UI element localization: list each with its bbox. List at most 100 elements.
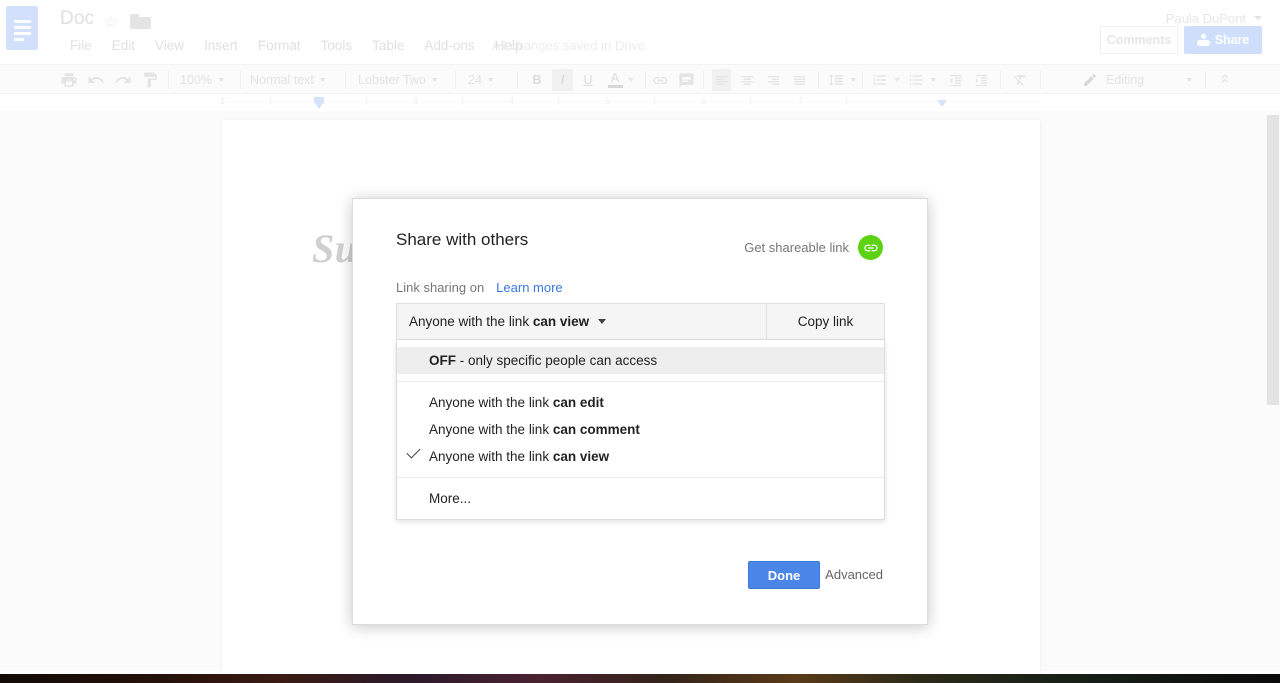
person-add-icon [1196,33,1210,47]
underline-button[interactable]: U [578,69,598,91]
bold-button[interactable]: B [527,69,547,91]
menu-item-insert[interactable]: Insert [194,36,248,56]
menu-item-tools[interactable]: Tools [311,36,363,56]
scrollbar-thumb[interactable] [1267,115,1279,405]
ruler-tick-label: 7 [798,96,804,106]
print-icon[interactable] [60,69,78,91]
zoom-dropdown[interactable]: 100% [180,69,224,91]
ruler-tick-label: 1 [220,96,226,106]
dropdown-group: More... [397,477,884,519]
decrease-indent-icon[interactable] [946,69,965,91]
paragraph-style-dropdown[interactable]: Normal text [250,69,326,91]
font-size-value: 24 [468,73,482,87]
hide-menus-icon[interactable] [1215,69,1234,91]
formatting-toolbar: 100% Normal text Lobster Two 24 B I U A … [0,64,1280,94]
text-color-label: A [610,71,620,85]
font-size-dropdown[interactable]: 24 [468,69,494,91]
font-family-value: Lobster Two [358,73,426,87]
menu-item-file[interactable]: File [60,36,102,56]
undo-icon[interactable] [87,69,105,91]
underline-label: U [583,73,593,87]
increase-indent-icon[interactable] [972,69,991,91]
text-color-swatch [607,85,623,88]
dropdown-item-label: Anyone with the link can comment [429,422,640,437]
folder-icon[interactable] [130,14,152,29]
dialog-title: Share with others [396,230,529,249]
font-family-dropdown[interactable]: Lobster Two [358,69,438,91]
link-permission-select[interactable]: Anyone with the link can view [397,304,767,339]
bulleted-list-icon[interactable] [908,69,936,91]
vertical-scrollbar[interactable] [1265,111,1280,671]
italic-button[interactable]: I [552,69,573,91]
desktop-wallpaper-strip [0,674,1280,683]
page-title[interactable]: Doc [60,8,94,30]
dropdown-item-label: More... [429,491,472,506]
align-justify-icon[interactable] [790,69,809,91]
zoom-value: 100% [180,73,212,87]
docs-logo-icon[interactable] [6,6,38,50]
numbered-list-icon[interactable] [872,69,900,91]
chevron-down-icon[interactable] [1186,69,1192,91]
menu-item-addons[interactable]: Add-ons [414,36,484,56]
chevron-down-icon [217,78,224,82]
chevron-down-icon [930,78,936,82]
dropdown-item-more[interactable]: More... [397,485,884,512]
ruler-tick-label: 6 [701,96,707,106]
paint-format-icon[interactable] [141,69,159,91]
chevron-down-icon [487,78,494,82]
chevron-down-icon [850,78,856,82]
menu-item-view[interactable]: View [145,36,194,56]
account-name[interactable]: Paula DuPont [1166,11,1246,26]
chevron-down-icon [431,78,438,82]
copy-link-button[interactable]: Copy link [767,304,884,339]
header-bar: Doc ☆ File Edit View Insert Format Tools… [0,0,1280,64]
menu-item-table[interactable]: Table [362,36,414,56]
insert-link-icon[interactable] [652,69,669,91]
dropdown-item-off[interactable]: OFF - only specific people can access [397,347,884,374]
editing-mode-value: Editing [1106,73,1145,87]
comments-button[interactable]: Comments [1100,26,1178,54]
advanced-link[interactable]: Advanced [825,567,883,582]
link-icon [858,235,883,260]
dropdown-item-can-comment[interactable]: Anyone with the link can comment [397,416,884,443]
chevron-down-icon [319,78,326,82]
chevron-down-icon[interactable] [1254,16,1262,20]
link-permission-select-row: Anyone with the link can view Copy link [396,303,885,340]
chevron-down-icon [894,78,900,82]
star-icon[interactable]: ☆ [104,12,118,32]
align-center-icon[interactable] [738,69,757,91]
text-color-button[interactable]: A [604,69,626,91]
chevron-down-icon [598,319,607,324]
line-spacing-icon[interactable] [828,69,856,91]
menu-item-format[interactable]: Format [248,36,311,56]
link-permission-dropdown-menu: OFF - only specific people can access An… [396,340,885,520]
get-shareable-link-button[interactable]: Get shareable link [744,235,883,260]
clear-formatting-icon[interactable] [1010,69,1029,91]
ruler-tick-label: 3 [413,96,419,106]
align-right-icon[interactable] [764,69,783,91]
dropdown-item-label: Anyone with the link can edit [429,395,604,410]
learn-more-link[interactable]: Learn more [496,280,562,295]
ruler-tick-label: 5 [605,96,611,106]
dropdown-item-can-edit[interactable]: Anyone with the link can edit [397,389,884,416]
first-line-indent-marker[interactable] [314,102,324,109]
italic-label: I [560,73,565,87]
share-button[interactable]: Share [1184,26,1262,54]
paragraph-style-value: Normal text [250,73,314,87]
editing-mode-dropdown[interactable]: Editing [1082,69,1144,91]
save-status-text: All changes saved in Drive [492,38,646,53]
menu-bar: File Edit View Insert Format Tools Table… [60,36,532,56]
add-comment-icon[interactable] [678,69,695,91]
align-left-icon[interactable] [712,69,731,91]
dropdown-group: OFF - only specific people can access [397,340,884,381]
chevron-down-icon[interactable] [628,69,634,91]
done-button[interactable]: Done [748,561,820,589]
get-shareable-link-label: Get shareable link [744,240,849,255]
link-sharing-status: Link sharing on Learn more [396,280,563,295]
dropdown-item-can-view[interactable]: Anyone with the link can view [397,443,884,470]
link-permission-value: Anyone with the link can view [409,314,590,329]
ruler[interactable]: 1 2 3 4 5 6 7 1 [0,95,1280,111]
menu-item-edit[interactable]: Edit [102,36,145,56]
right-indent-marker[interactable] [937,100,947,107]
redo-icon[interactable] [114,69,132,91]
